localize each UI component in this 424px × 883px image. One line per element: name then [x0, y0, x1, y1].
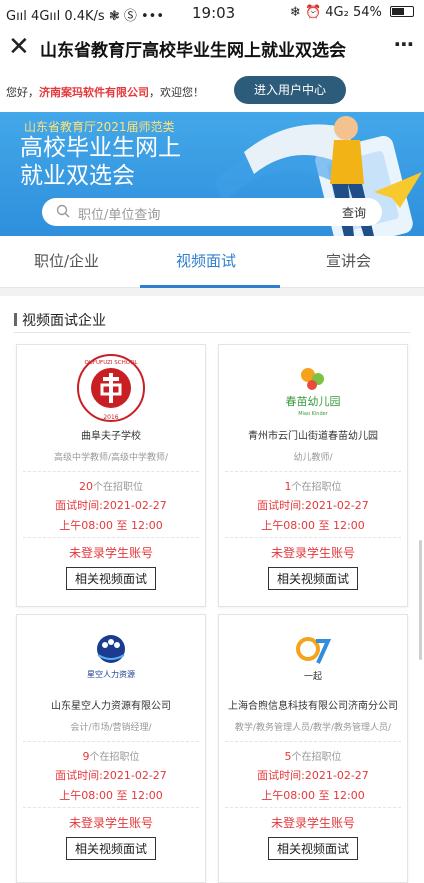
tab-jobs[interactable]: 职位/企业 [34, 250, 99, 271]
battery-level [392, 8, 404, 15]
related-video-interview-button[interactable]: 相关视频面试 [65, 567, 156, 590]
search-input[interactable]: 职位/单位查询 [78, 204, 160, 223]
banner-subtitle: 山东省教育厅2021届师范类 [24, 120, 175, 134]
interview-time: 面试时间:2021-02-27 [55, 769, 167, 782]
login-status: 未登录学生账号 [68, 816, 153, 830]
welcome-company: 济南案玛软件有限公司 [39, 86, 149, 99]
company-card[interactable]: 星空人力资源 山东星空人力资源有限公司 会计/市场/营销经理/ 9个在招职位 面… [16, 614, 206, 883]
hr-company-logo-icon: 星空人力资源 [76, 623, 146, 693]
welcome-text: 您好，济南案玛软件有限公司，欢迎您！ [6, 84, 204, 100]
search-bar[interactable]: 职位/单位查询 查询 [42, 198, 382, 226]
welcome-prefix: 您好， [6, 86, 39, 99]
job-count-number: 9 [82, 750, 90, 763]
section-title: 视频面试企业 [14, 310, 106, 330]
battery-icon [390, 6, 414, 17]
related-video-interview-button[interactable]: 相关视频面试 [267, 567, 358, 590]
job-count: 1个在招职位 [219, 478, 407, 493]
login-status: 未登录学生账号 [270, 816, 355, 830]
job-count-suffix: 个在招职位 [93, 482, 143, 493]
banner-title-line1: 高校毕业生网上 [20, 135, 181, 161]
title-bar: ✕ 山东省教育厅高校毕业生网上就业双选会 ⋯ [0, 26, 424, 70]
company-card[interactable]: 春苗幼儿园 Miao Kinder 青州市云门山街道春苗幼儿园 幼儿教师/ 1个… [218, 344, 408, 607]
active-tab-indicator [140, 285, 280, 288]
logo-year: 2016 [103, 414, 118, 421]
status-right-text: ❄ ⏰ 4G₂ 54% [289, 5, 382, 20]
company-jobs: 会计/市场/营销经理/ [23, 721, 199, 742]
section-bar [14, 313, 17, 326]
company-name: 上海合煦信息科技有限公司济南分公司 [228, 701, 398, 712]
company-jobs: 幼儿教师/ [225, 451, 401, 472]
company-card[interactable]: 2016 QUFUFUZI SCHOOL 曲阜夫子学校 高级中学教师/高级中学教… [16, 344, 206, 607]
job-count-number: 1 [284, 480, 292, 493]
logo-sub: Miao Kinder [298, 411, 329, 417]
status-left: Gııl 4Gııl 0.4K/s ❃ Ⓢ ••• [6, 9, 164, 24]
interview-slot: 上午08:00 至 12:00 [23, 787, 199, 808]
job-count: 5个在招职位 [219, 748, 407, 763]
job-count-number: 20 [79, 480, 93, 493]
company-card[interactable]: 一起 上海合煦信息科技有限公司济南分公司 教学/教务管理人员/教学/教务管理人员… [218, 614, 408, 883]
section-divider [14, 332, 410, 333]
tab-video-interview[interactable]: 视频面试 [176, 250, 236, 271]
interview-slot: 上午08:00 至 12:00 [225, 517, 401, 538]
close-icon[interactable]: ✕ [8, 32, 30, 62]
company-name: 青州市云门山街道春苗幼儿园 [248, 431, 378, 442]
page-title: 山东省教育厅高校毕业生网上就业双选会 [40, 41, 346, 61]
welcome-strip: 您好，济南案玛软件有限公司，欢迎您！ 进入用户中心 [0, 70, 424, 112]
search-button[interactable]: 查询 [342, 204, 366, 221]
section-title-text: 视频面试企业 [22, 313, 106, 329]
video-interview-section: 视频面试企业 2016 QUFUFUZI SCHOOL 曲阜夫子学校 高级中学教… [0, 296, 424, 883]
welcome-suffix: ，欢迎您！ [149, 86, 204, 99]
tab-bar: 职位/企业 视频面试 宣讲会 [0, 236, 424, 288]
related-video-interview-button[interactable]: 相关视频面试 [65, 837, 156, 860]
related-video-interview-button[interactable]: 相关视频面试 [267, 837, 358, 860]
more-icon[interactable]: ⋯ [394, 32, 414, 56]
logo-text: 星空人力资源 [87, 669, 135, 679]
interview-slot: 上午08:00 至 12:00 [23, 517, 199, 538]
banner: 您好，济南案玛软件有限公司，欢迎您！ 进入用户中心 山东省教育厅2021届师范类… [0, 70, 424, 236]
logo-text: 春苗幼儿园 [286, 395, 341, 408]
job-count-suffix: 个在招职位 [291, 482, 342, 493]
interview-time: 面试时间:2021-02-27 [257, 769, 369, 782]
company-jobs: 高级中学教师/高级中学教师/ [23, 451, 199, 472]
banner-title-line2: 就业双选会 [20, 163, 135, 189]
user-center-button[interactable]: 进入用户中心 [234, 76, 346, 104]
login-status: 未登录学生账号 [270, 546, 355, 560]
company-name: 曲阜夫子学校 [81, 431, 141, 442]
job-count-number: 5 [284, 750, 292, 763]
company-name: 山东星空人力资源有限公司 [51, 701, 171, 712]
logo-text: QUFUFUZI SCHOOL [85, 360, 139, 366]
interview-time: 面试时间:2021-02-27 [257, 499, 369, 512]
tab-presentations[interactable]: 宣讲会 [326, 250, 371, 271]
interview-time: 面试时间:2021-02-27 [55, 499, 167, 512]
status-right: ❄ ⏰ 4G₂ 54% [290, 5, 414, 20]
job-count-suffix: 个在招职位 [89, 752, 140, 763]
interview-slot: 上午08:00 至 12:00 [225, 787, 401, 808]
scrollbar[interactable] [419, 540, 422, 660]
search-icon [56, 204, 70, 218]
login-status: 未登录学生账号 [68, 546, 153, 560]
job-count-suffix: 个在招职位 [291, 752, 342, 763]
job-count: 9个在招职位 [17, 748, 205, 763]
status-time: 19:03 [192, 4, 236, 22]
banner-title: 高校毕业生网上 就业双选会 [20, 134, 181, 190]
kindergarten-logo-icon: 春苗幼儿园 Miao Kinder [278, 353, 348, 423]
company-jobs: 教学/教务管理人员/教学/教务管理人员/ [225, 721, 401, 742]
tech-company-logo-icon: 一起 [278, 623, 348, 693]
school-logo-icon: 2016 QUFUFUZI SCHOOL [76, 353, 146, 423]
logo-text: 一起 [304, 671, 322, 682]
status-bar: Gııl 4Gııl 0.4K/s ❃ Ⓢ ••• 19:03 ❄ ⏰ 4G₂ … [0, 0, 424, 26]
job-count: 20个在招职位 [17, 478, 205, 493]
